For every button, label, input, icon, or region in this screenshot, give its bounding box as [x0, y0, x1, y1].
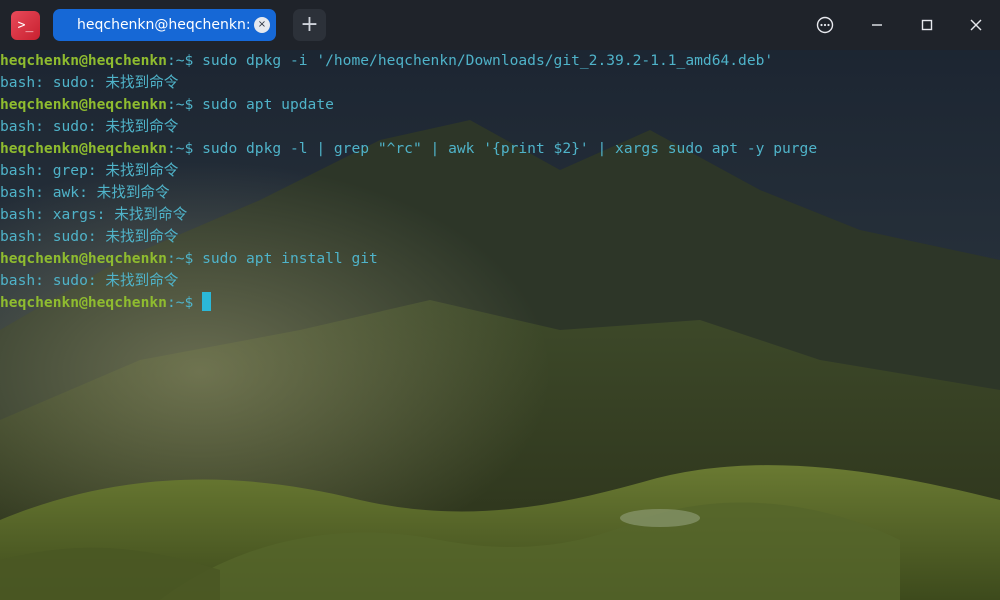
command-text: sudo dpkg -l | grep "^rc" | awk '{print …: [202, 140, 818, 157]
output-line: bash: sudo: 未找到命令: [0, 270, 1000, 292]
more-options-button[interactable]: [809, 9, 841, 41]
command-text: sudo dpkg -i '/home/heqchenkn/Downloads/…: [202, 52, 774, 69]
output-line: bash: sudo: 未找到命令: [0, 72, 1000, 94]
tab-title: heqchenkn@heqchenkn: ~: [77, 17, 267, 33]
output-text: bash: xargs: 未找到命令: [0, 206, 188, 223]
prompt-path: :~$: [166, 294, 203, 311]
prompt-user: heqchenkn@heqchenkn: [0, 96, 167, 113]
prompt-path: :~$: [166, 52, 203, 69]
prompt-user: heqchenkn@heqchenkn: [0, 250, 167, 267]
command-line: heqchenkn@heqchenkn:~$: [0, 292, 1000, 314]
command-text: sudo apt update: [202, 96, 334, 113]
close-icon: [970, 19, 982, 31]
prompt-user: heqchenkn@heqchenkn: [0, 52, 167, 69]
new-tab-button[interactable]: +: [293, 9, 326, 41]
command-line: heqchenkn@heqchenkn:~$ sudo dpkg -i '/ho…: [0, 50, 1000, 72]
more-options-icon: [816, 16, 834, 34]
output-text: bash: sudo: 未找到命令: [0, 118, 179, 135]
title-bar: >_ heqchenkn@heqchenkn: ~ × +: [0, 0, 1000, 50]
command-line: heqchenkn@heqchenkn:~$ sudo apt install …: [0, 248, 1000, 270]
maximize-icon: [921, 19, 933, 31]
output-line: bash: sudo: 未找到命令: [0, 116, 1000, 138]
prompt-path: :~$: [166, 250, 203, 267]
minimize-button[interactable]: [861, 9, 893, 41]
minimize-icon: [872, 24, 882, 26]
text-cursor: [202, 292, 212, 311]
tab-active-terminal[interactable]: heqchenkn@heqchenkn: ~ ×: [53, 9, 276, 41]
output-line: bash: sudo: 未找到命令: [0, 226, 1000, 248]
command-line: heqchenkn@heqchenkn:~$ sudo dpkg -l | gr…: [0, 138, 1000, 160]
output-text: bash: sudo: 未找到命令: [0, 272, 179, 289]
output-line: bash: xargs: 未找到命令: [0, 204, 1000, 226]
command-line: heqchenkn@heqchenkn:~$ sudo apt update: [0, 94, 1000, 116]
tab-close-icon[interactable]: ×: [254, 17, 270, 33]
prompt-user: heqchenkn@heqchenkn: [0, 294, 167, 311]
terminal-output[interactable]: heqchenkn@heqchenkn:~$ sudo dpkg -i '/ho…: [0, 50, 1000, 600]
output-text: bash: awk: 未找到命令: [0, 184, 170, 201]
close-button[interactable]: [960, 9, 992, 41]
output-text: bash: sudo: 未找到命令: [0, 228, 179, 245]
prompt-path: :~$: [166, 96, 203, 113]
maximize-button[interactable]: [911, 9, 943, 41]
prompt-user: heqchenkn@heqchenkn: [0, 140, 167, 157]
output-text: bash: sudo: 未找到命令: [0, 74, 179, 91]
output-text: bash: grep: 未找到命令: [0, 162, 179, 179]
output-line: bash: awk: 未找到命令: [0, 182, 1000, 204]
output-line: bash: grep: 未找到命令: [0, 160, 1000, 182]
command-text: sudo apt install git: [202, 250, 378, 267]
prompt-path: :~$: [166, 140, 203, 157]
terminal-app-icon: >_: [11, 11, 40, 40]
